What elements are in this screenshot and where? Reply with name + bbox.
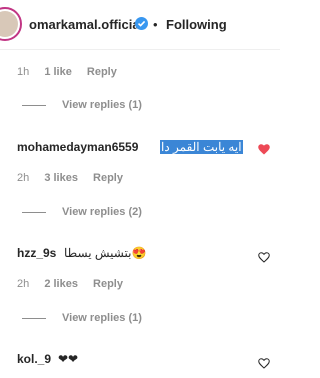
header-username[interactable]: omarkamal.official [29,17,143,32]
likes-count[interactable]: 1 like [44,66,72,78]
view-replies-button[interactable]: View replies (1) [22,99,142,111]
post-header: omarkamal.official • Following [0,0,280,50]
heart-outline-icon[interactable] [258,252,270,263]
view-replies-label: View replies (1) [62,99,142,111]
comment-time: 1h [17,66,30,78]
view-replies-label: View replies (2) [62,206,142,218]
verified-badge-icon [135,17,148,30]
following-button[interactable]: Following [166,17,227,32]
divider-line [22,317,46,319]
comment-time: 2h [17,172,30,184]
heart-outline-icon[interactable] [258,358,270,369]
reply-button[interactable]: Reply [87,66,117,78]
comment-meta: 1h 1 like Reply [17,66,129,78]
comment-username[interactable]: hzz_9s [17,246,56,260]
likes-count[interactable]: 2 likes [44,278,78,290]
view-replies-button[interactable]: View replies (1) [22,312,142,324]
view-replies-button[interactable]: View replies (2) [22,206,142,218]
comment-meta: 2h 2 likes Reply [17,278,135,290]
comment-text: ❤❤ [58,352,79,366]
avatar[interactable] [0,7,22,41]
reply-button[interactable]: Reply [93,172,123,184]
comment-meta: 2h 3 likes Reply [17,172,135,184]
comment-text: بتشيش يسطا😍 [64,246,147,260]
header-separator: • [153,17,158,32]
comment-username[interactable]: kol._9 [17,352,51,366]
divider-line [22,211,46,213]
reply-button[interactable]: Reply [93,278,123,290]
comment-text: ايه يابت القمر دا [160,140,243,154]
heart-filled-icon[interactable] [258,144,270,155]
comment-time: 2h [17,278,30,290]
divider-line [22,104,46,106]
comment-username[interactable]: mohamedayman6559 [17,140,138,154]
view-replies-label: View replies (1) [62,312,142,324]
likes-count[interactable]: 3 likes [44,172,78,184]
